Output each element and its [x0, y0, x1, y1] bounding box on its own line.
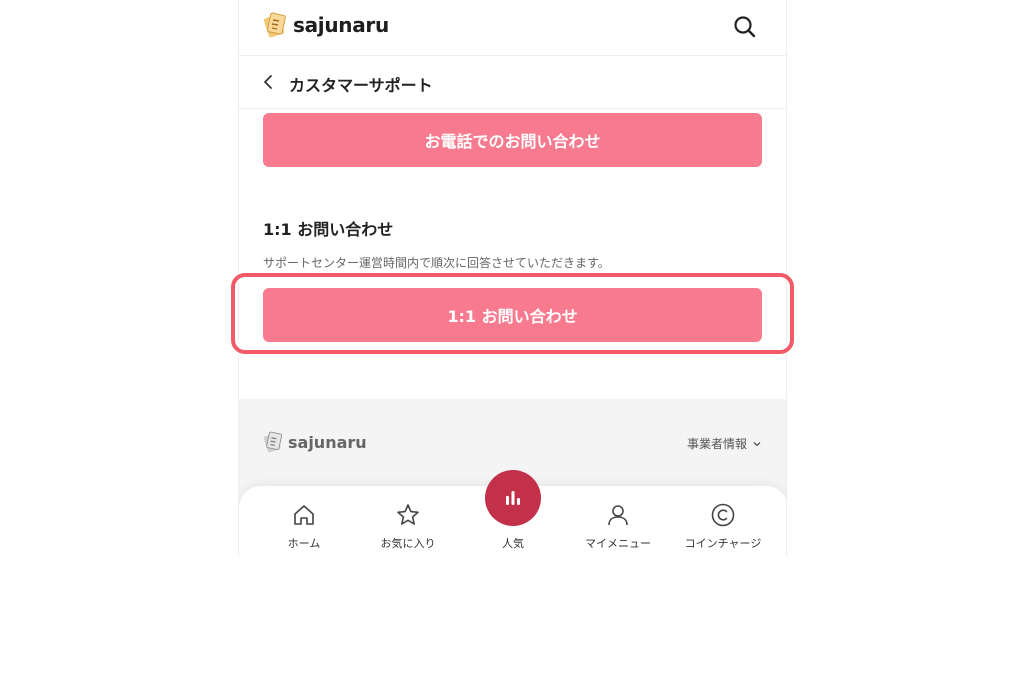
footer-logo: sajunaru — [263, 431, 367, 453]
phone-inquiry-button[interactable]: お電話でのお問い合わせ — [263, 113, 762, 167]
tab-label: 人気 — [502, 537, 524, 550]
tab-label: お気に入り — [380, 537, 436, 550]
search-icon — [734, 16, 756, 38]
coin-icon — [711, 503, 735, 527]
tab-label: ホーム — [287, 537, 321, 550]
business-info-label: 事業者情報 — [686, 437, 747, 451]
user-icon — [608, 505, 628, 526]
home-icon — [294, 505, 314, 525]
chevron-left-icon — [264, 75, 272, 89]
tab-my-menu[interactable]: マイメニュー — [570, 500, 666, 551]
popular-tab-button[interactable] — [485, 470, 541, 526]
star-icon — [397, 504, 419, 525]
sajunaru-logo-icon — [263, 431, 283, 453]
app-header: sajunaru — [239, 0, 786, 56]
mobile-page: sajunaru カスタマーサポート お電話でのお問い合わせ 1:1 お問い合わ… — [238, 0, 787, 556]
chevron-down-icon — [753, 441, 761, 446]
sub-header: カスタマーサポート — [239, 56, 786, 109]
one-on-one-inquiry-button[interactable]: 1:1 お問い合わせ — [263, 288, 762, 342]
tab-label: コインチャージ — [684, 537, 762, 550]
brand-name: sajunaru — [293, 13, 389, 37]
brand-logo[interactable]: sajunaru — [263, 12, 389, 38]
back-button[interactable] — [259, 72, 279, 92]
inquiry-description: サポートセンター運営時間内で順次に回答させていただきます。 — [263, 256, 610, 270]
tab-coin-charge[interactable]: コインチャージ — [675, 500, 771, 551]
sajunaru-logo-icon — [263, 12, 286, 38]
page-title: カスタマーサポート — [289, 76, 433, 95]
inquiry-section-title: 1:1 お問い合わせ — [263, 220, 394, 239]
business-info-toggle[interactable]: 事業者情報 — [687, 435, 762, 452]
tab-favorites[interactable]: お気に入り — [360, 500, 456, 551]
bar-chart-icon — [506, 491, 520, 505]
search-button[interactable] — [732, 14, 758, 40]
tab-home[interactable]: ホーム — [256, 500, 352, 551]
tab-label: マイメニュー — [585, 537, 651, 550]
footer-brand-name: sajunaru — [288, 432, 367, 452]
